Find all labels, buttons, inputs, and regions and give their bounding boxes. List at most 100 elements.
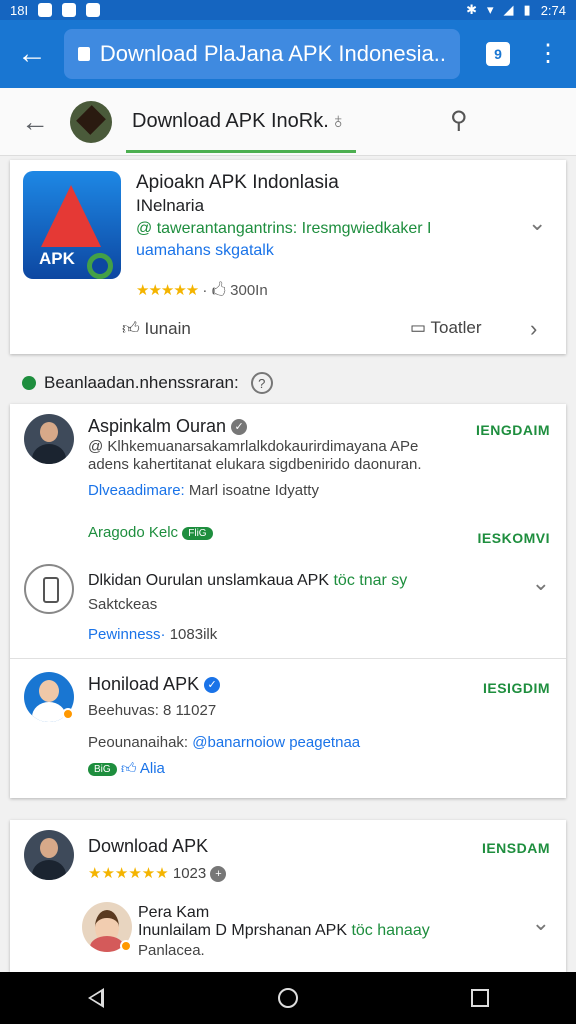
- reply-name: Pera Kam: [138, 904, 210, 921]
- app-description: @ tawerantangantrins: Iresmgwiedkaker I …: [136, 218, 466, 262]
- thumbs-up-icon: 👍︎: [120, 760, 137, 777]
- review-meta: Dlveaadimare: Marl isoatne Idyatty: [88, 482, 319, 499]
- app-subtitle: INelnaria: [136, 196, 205, 215]
- tab-indicator: [126, 150, 356, 153]
- chevron-down-icon[interactable]: ⌄: [528, 210, 546, 236]
- reviewer-name-text: Honiload APK: [88, 674, 200, 694]
- review-actions: BiG 👍︎ Alia: [88, 760, 165, 778]
- review-footer: Aragodo Kelc FliG: [88, 524, 213, 541]
- notification-icon: [86, 3, 101, 17]
- nav-recents-button[interactable]: [460, 978, 500, 1018]
- reviewer-name: Dlkidan Ourulan unslamkaua APK töc tnar …: [88, 572, 407, 590]
- wifi-icon: ▾: [487, 2, 494, 17]
- status-badge: IESKOMVI: [477, 530, 550, 546]
- like-label: Iunain: [144, 319, 191, 338]
- review-meta-text: 1083ilk: [165, 626, 218, 643]
- review-line: @ Klhkemuanarsakamrlalkdokaurirdimayana …: [88, 438, 419, 455]
- back-arrow-icon[interactable]: ←: [0, 106, 70, 138]
- avatar[interactable]: [24, 830, 74, 880]
- clock: 2:74: [540, 2, 566, 18]
- verified-icon: ✓: [231, 419, 248, 436]
- list-item[interactable]: Dlkidan Ourulan unslamkaua APK töc tnar …: [10, 554, 566, 658]
- section-title: Beanlaadan.nhenssraran:: [44, 373, 239, 392]
- lock-icon: [78, 47, 90, 61]
- url-text: Download PlaJana APK Indonesia..: [99, 41, 446, 66]
- reviewer-name-highlight: töc tnar sy: [329, 572, 408, 589]
- avatar[interactable]: [70, 100, 112, 143]
- online-badge-icon: [62, 708, 74, 720]
- back-arrow-icon[interactable]: ←: [0, 37, 64, 71]
- reply-line-text: Inunlailam D Mprshanan APK: [138, 922, 347, 939]
- list-item[interactable]: Aspinkalm Ouran ✓ IENGDAIM @ Klhkemuanar…: [10, 404, 566, 554]
- phone-icon[interactable]: [24, 564, 74, 614]
- app-title: Apioakn APK Indonlasia: [136, 172, 339, 193]
- review-meta: Peounanaihak: @banarnoiow peagetnaa: [88, 734, 360, 751]
- review-meta-link[interactable]: @banarnoiow peagetnaa: [192, 734, 360, 751]
- reply-line-highlight: töc hanaay: [347, 922, 430, 939]
- reviewer-name-text: Dlkidan Ourulan unslamkaua APK: [88, 572, 330, 589]
- review-card: Download APK IENSDAM ★★★★★★ 1023 + Pera …: [10, 820, 566, 972]
- app-icon[interactable]: APK: [23, 171, 121, 279]
- battery-icon: ▮: [523, 2, 531, 17]
- section-heading: Beanlaadan.nhenssraran: ?: [22, 372, 273, 394]
- rating-count: 1023: [172, 865, 207, 882]
- thumbs-up-icon: 👍︎: [122, 319, 140, 338]
- recents-square-icon: [471, 989, 489, 1007]
- chevron-down-icon[interactable]: ⌄: [532, 910, 550, 936]
- status-dot-icon: [22, 376, 36, 390]
- list-item[interactable]: Honiload APK ✓ IESIGDIM Beehuvas: 8 1102…: [10, 660, 566, 798]
- signal-text: 18I: [10, 2, 29, 18]
- rating-count: · 🖒 300In: [202, 282, 268, 299]
- review-line: Saktckeas: [88, 596, 158, 613]
- bluetooth-icon: ✱: [466, 2, 477, 17]
- review-meta-text: Peounanaihak:: [88, 734, 193, 751]
- like-button[interactable]: 👍︎ Iunain: [122, 318, 191, 339]
- pill-badge: BiG: [88, 762, 117, 776]
- status-badge: IENSDAM: [481, 840, 550, 856]
- app-rating: ★★★★★ · 🖒 300In: [136, 280, 268, 305]
- review-meta-link[interactable]: Dlveaadimare:: [88, 482, 185, 499]
- review-rating: ★★★★★★ 1023 +: [88, 864, 227, 883]
- app-description-link[interactable]: uamahans skgatalk: [136, 240, 466, 262]
- reply-line: Panlacea.: [138, 942, 205, 959]
- cell-signal-icon: ◢: [503, 2, 514, 17]
- notification-icon: [38, 3, 53, 17]
- app-card: APK Apioakn APK Indonlasia INelnaria @ t…: [10, 160, 566, 354]
- review-meta-text: Marl isoatne Idyatty: [184, 482, 319, 499]
- like-button[interactable]: 👍︎ Alia: [121, 760, 165, 777]
- online-badge-icon: [120, 940, 132, 952]
- url-field[interactable]: Download PlaJana APK Indonesia..: [64, 29, 460, 79]
- search-query[interactable]: Download APK InoRk.: [132, 110, 329, 133]
- tabs-button[interactable]: 9: [486, 42, 510, 66]
- reviewer-name: Honiload APK ✓: [88, 674, 221, 695]
- avatar[interactable]: [24, 414, 74, 464]
- chevron-right-icon[interactable]: ›: [530, 316, 537, 342]
- nav-back-button[interactable]: [76, 978, 116, 1018]
- reviews-card: Aspinkalm Ouran ✓ IENGDAIM @ Klhkemuanar…: [10, 404, 566, 798]
- pill-badge: FliG: [182, 526, 213, 540]
- trailer-button[interactable]: ▭ Toatler: [410, 318, 482, 338]
- plus-icon[interactable]: +: [210, 866, 227, 883]
- app-description-line: @ tawerantangantrins: Iresmgwiedkaker I: [136, 220, 432, 237]
- browser-toolbar: ← Download PlaJana APK Indonesia.. 9 ⋮: [0, 20, 576, 88]
- review-line: adens kahertitanat elukara sigdbenirido …: [88, 456, 422, 473]
- system-nav-bar: [0, 972, 576, 1024]
- home-circle-icon: [278, 988, 298, 1008]
- bell-icon[interactable]: ♁: [330, 108, 347, 134]
- review-meta-link[interactable]: Pewinness·: [88, 626, 166, 643]
- nav-home-button[interactable]: [268, 978, 308, 1018]
- review-line: Beehuvas: 8 11027: [88, 702, 217, 719]
- screen-icon: ▭: [410, 318, 427, 337]
- status-badge: IESIGDIM: [482, 680, 550, 696]
- search-icon[interactable]: ⚲: [450, 106, 468, 135]
- verified-icon: ✓: [204, 677, 221, 694]
- reviewer-name: Download APK: [88, 836, 209, 856]
- reply-line: Inunlailam D Mprshanan APK töc hanaay: [138, 922, 430, 940]
- chevron-down-icon[interactable]: ⌄: [532, 570, 550, 596]
- rating-stars: ★★★★★: [136, 282, 199, 299]
- divider: [10, 658, 566, 659]
- overflow-menu-icon[interactable]: ⋮: [536, 42, 560, 66]
- reviewer-name-text: Aspinkalm Ouran: [88, 416, 227, 436]
- trailer-label: Toatler: [430, 318, 482, 337]
- info-icon[interactable]: ?: [250, 372, 273, 394]
